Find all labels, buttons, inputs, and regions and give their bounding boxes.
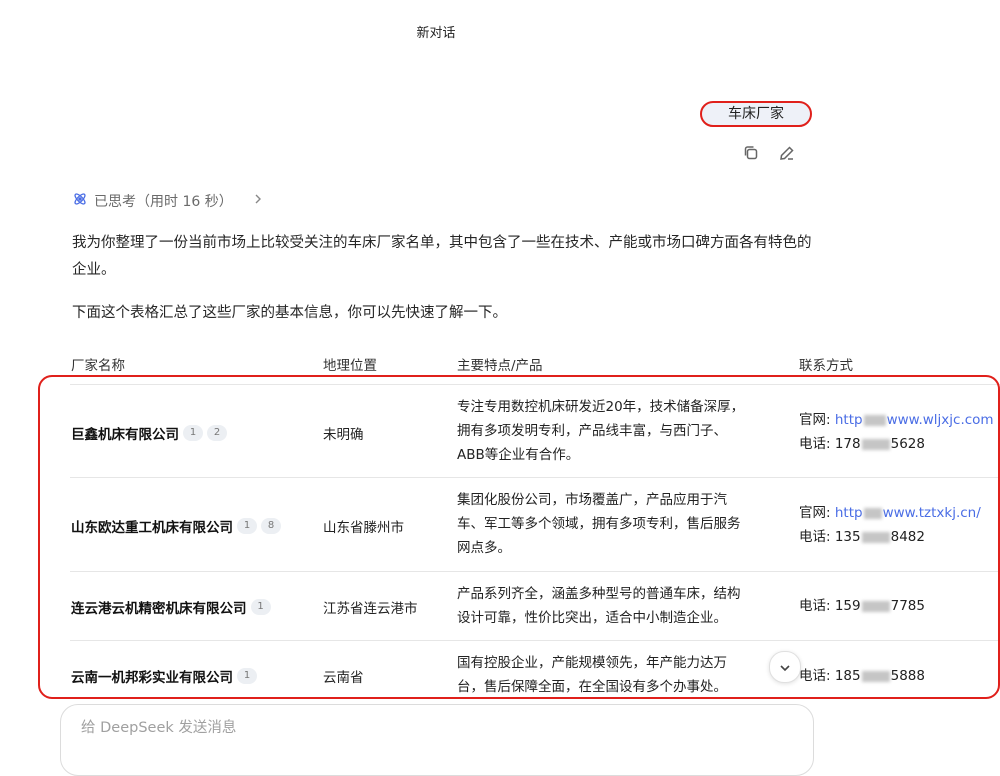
- manufacturer-name-text: 云南一机邦彩实业有限公司: [71, 670, 233, 686]
- phone-suffix: 7785: [890, 598, 925, 614]
- feature-line: ABB等企业有合作。: [457, 447, 580, 463]
- website-line: 官网: http www.tztxkj.cn/: [799, 501, 981, 525]
- phone-suffix: 5888: [890, 668, 925, 684]
- message-input[interactable]: [79, 719, 783, 737]
- manufacturer-name: 连云港云机精密机床有限公司 1: [71, 597, 271, 617]
- manufacturer-name-text: 连云港云机精密机床有限公司: [71, 601, 247, 617]
- manufacturer-features: 产品系列齐全，涵盖多种型号的普通车床，结构 设计可靠，性价比突出，适合中小制造企…: [457, 582, 775, 630]
- copy-icon[interactable]: [742, 144, 760, 162]
- phone-suffix: 5628: [890, 436, 925, 452]
- phone-line: 电话: 185 5888: [799, 664, 925, 688]
- thinking-label: 已思考（用时 16 秒）: [94, 194, 233, 210]
- feature-line: 设计可靠，性价比突出，适合中小制造企业。: [457, 610, 727, 626]
- table-header-features: 主要特点/产品: [457, 358, 543, 374]
- phone-suffix: 8482: [890, 529, 925, 545]
- table-row: 连云港云机精密机床有限公司 1 江苏省连云港市 产品系列齐全，涵盖多种型号的普通…: [40, 572, 1000, 641]
- manufacturer-contact: 官网: http www.wljxjc.com 电话: 178 5628: [799, 408, 994, 456]
- feature-line: 台，售后保障全面，在全国设有多个办事处。: [457, 679, 727, 695]
- phone-line: 电话: 178 5628: [799, 432, 994, 456]
- phone-line: 电话: 159 7785: [799, 594, 925, 618]
- table-row: 山东欧达重工机床有限公司 1 8 山东省滕州市 集团化股份公司，市场覆盖广，产品…: [40, 478, 1000, 572]
- phone-label: 电话:: [799, 598, 835, 614]
- manufacturer-contact: 电话: 185 5888: [799, 664, 925, 688]
- table-header-location: 地理位置: [323, 358, 377, 374]
- phone-label: 电话:: [799, 436, 835, 452]
- website-label: 官网:: [799, 412, 835, 428]
- manufacturer-name-text: 巨鑫机床有限公司: [71, 427, 179, 443]
- citation-badge[interactable]: 1: [237, 668, 257, 684]
- phone-label: 电话:: [799, 529, 835, 545]
- manufacturer-location: 山东省滕州市: [323, 520, 404, 536]
- website-line: 官网: http www.wljxjc.com: [799, 408, 994, 432]
- manufacturer-features: 国有控股企业，产能规模领先，年产能力达万 台，售后保障全面，在全国设有多个办事处…: [457, 651, 775, 699]
- thinking-atom-icon: [72, 191, 88, 211]
- citation-badge[interactable]: 8: [261, 518, 281, 534]
- answer-table-intro: 下面这个表格汇总了这些厂家的基本信息，你可以先快速了解一下。: [72, 305, 507, 321]
- citation-badge[interactable]: 1: [250, 599, 271, 615]
- table-row: 巨鑫机床有限公司 1 2 未明确 专注专用数控机床研发近20年，技术储备深厚， …: [40, 385, 1000, 478]
- phone-prefix: 159: [834, 598, 861, 614]
- phone-label: 电话:: [799, 668, 835, 684]
- feature-line: 网点多。: [457, 540, 511, 556]
- feature-line: 集团化股份公司，市场覆盖广，产品应用于汽: [457, 492, 727, 508]
- citation-badge[interactable]: 2: [207, 425, 227, 441]
- manufacturer-features: 集团化股份公司，市场覆盖广，产品应用于汽 车、军工等多个领域，拥有多项专利，售后…: [457, 488, 775, 560]
- website-link[interactable]: http www.tztxkj.cn/: [835, 505, 981, 521]
- manufacturer-name-text: 山东欧达重工机床有限公司: [71, 520, 233, 536]
- manufacturer-contact: 电话: 159 7785: [799, 594, 925, 618]
- feature-line: 拥有多项发明专利，产品线丰富，与西门子、: [457, 423, 727, 439]
- feature-line: 车、军工等多个领域，拥有多项专利，售后服务: [457, 516, 741, 532]
- feature-line: 产品系列齐全，涵盖多种型号的普通车床，结构: [457, 586, 741, 602]
- phone-prefix: 178: [834, 436, 861, 452]
- manufacturer-name: 山东欧达重工机床有限公司 1 8: [71, 516, 281, 536]
- scroll-to-bottom-button[interactable]: [769, 651, 801, 683]
- message-composer: [60, 704, 814, 776]
- citation-badge[interactable]: 1: [183, 425, 203, 441]
- message-actions: [742, 144, 796, 162]
- phone-line: 电话: 135 8482: [799, 525, 981, 549]
- manufacturer-location: 未明确: [323, 427, 364, 443]
- user-message-bubble: 车床厂家: [700, 101, 812, 127]
- website-link[interactable]: http www.wljxjc.com: [835, 412, 994, 428]
- feature-line: 专注专用数控机床研发近20年，技术储备深厚，: [457, 399, 745, 415]
- thinking-toggle[interactable]: 已思考（用时 16 秒）: [72, 191, 263, 211]
- website-label: 官网:: [799, 505, 835, 521]
- table-header-contact: 联系方式: [799, 358, 853, 374]
- phone-prefix: 185: [834, 668, 861, 684]
- chevron-right-icon: [253, 193, 263, 209]
- manufacturer-name: 云南一机邦彩实业有限公司 1: [71, 666, 257, 686]
- citation-badge[interactable]: 1: [237, 518, 257, 534]
- feature-line: 国有控股企业，产能规模领先，年产能力达万: [457, 655, 727, 671]
- chevron-down-icon: [779, 658, 791, 677]
- manufacturer-features: 专注专用数控机床研发近20年，技术储备深厚， 拥有多项发明专利，产品线丰富，与西…: [457, 395, 775, 467]
- chat-title: 新对话: [416, 26, 456, 41]
- table-header-name: 厂家名称: [71, 358, 125, 374]
- answer-intro: 我为你整理了一份当前市场上比较受关注的车床厂家名单，其中包含了一些在技术、产能或…: [72, 235, 812, 278]
- manufacturer-contact: 官网: http www.tztxkj.cn/ 电话: 135 8482: [799, 501, 981, 549]
- manufacturer-location: 江苏省连云港市: [323, 601, 418, 617]
- edit-icon[interactable]: [778, 144, 796, 162]
- phone-prefix: 135: [834, 529, 861, 545]
- manufacturer-name: 巨鑫机床有限公司 1 2: [71, 423, 227, 443]
- manufacturer-location: 云南省: [323, 670, 364, 686]
- table-row: 云南一机邦彩实业有限公司 1 云南省 国有控股企业，产能规模领先，年产能力达万 …: [40, 641, 1000, 699]
